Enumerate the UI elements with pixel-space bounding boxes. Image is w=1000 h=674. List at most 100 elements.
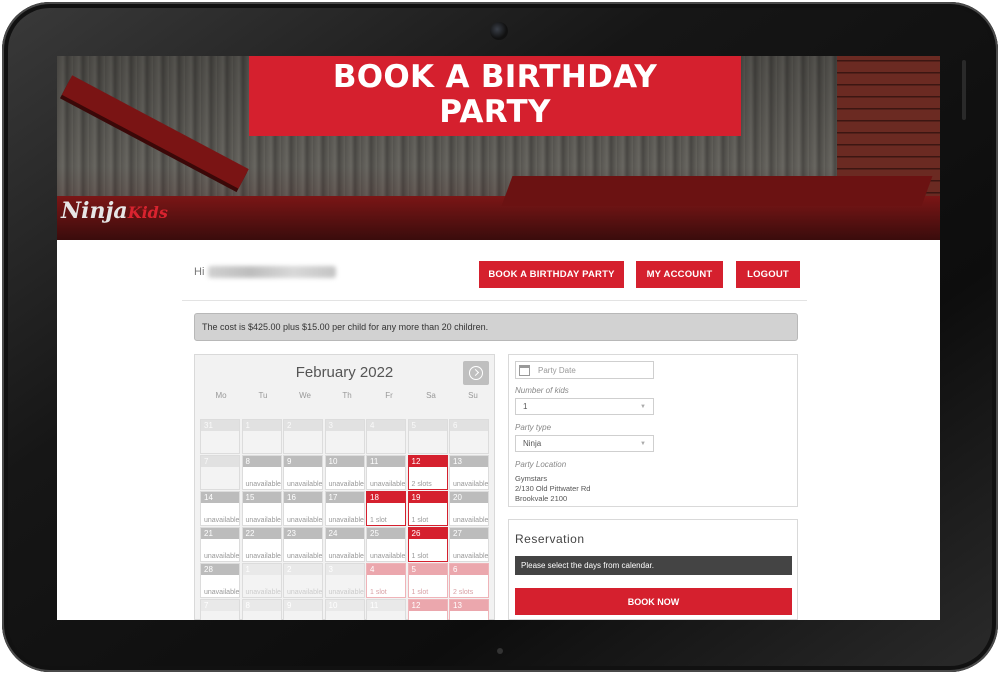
day-number: 27 (450, 528, 488, 539)
calendar-day-cell: 6 (449, 419, 489, 454)
calendar-day-cell: 1 (241, 419, 282, 454)
day-number: 12 (408, 600, 447, 611)
calendar-day-cell[interactable]: 26 1 slot (407, 527, 448, 562)
hero-banner: NinjaKids BOOK A BIRTHDAY PARTY (57, 56, 940, 240)
ninja-kids-logo: NinjaKids (61, 198, 168, 224)
day-number: 31 (201, 420, 239, 431)
calendar-day-cell: 13 unavailable (449, 455, 489, 490)
calendar-day-cell[interactable]: 5 1 slot (407, 563, 448, 598)
day-of-week-header: Sa (426, 391, 436, 400)
party-type-select[interactable]: Ninja ▼ (515, 435, 654, 452)
day-availability: unavailable (453, 481, 489, 488)
calendar-day-cell: 11 (366, 599, 406, 620)
calendar-day-cell: 14 unavailable (200, 491, 240, 526)
calendar-day-cell: 3 (324, 419, 365, 454)
day-number: 11 (367, 456, 405, 467)
day-availability: unavailable (204, 589, 240, 596)
day-number: 20 (450, 492, 488, 503)
day-number: 17 (325, 492, 364, 503)
day-number: 2 (284, 564, 322, 575)
day-number: 8 (242, 456, 281, 467)
blurred-username (208, 266, 337, 279)
kids-label: Number of kids (515, 386, 569, 395)
calendar-day-cell: 20 unavailable (449, 491, 489, 526)
day-availability: unavailable (245, 517, 281, 524)
day-availability: unavailable (204, 517, 240, 524)
day-availability: unavailable (328, 553, 364, 560)
cost-notice: The cost is $425.00 plus $15.00 per chil… (194, 313, 798, 341)
day-number: 4 (367, 564, 405, 575)
day-availability: 1 slot (411, 553, 429, 560)
calendar-icon (519, 365, 530, 376)
day-number: 22 (242, 528, 281, 539)
calendar-day-cell[interactable]: 13 (449, 599, 489, 620)
day-number: 10 (325, 456, 364, 467)
day-availability: unavailable (453, 517, 489, 524)
calendar-day-cell: 22 unavailable (241, 527, 282, 562)
day-availability: unavailable (204, 553, 240, 560)
calendar-day-cell[interactable]: 4 1 slot (366, 563, 406, 598)
day-of-week-header: Tu (258, 391, 268, 400)
calendar-day-cell: 2 unavailable (283, 563, 323, 598)
calendar-day-cell: 28 unavailable (200, 563, 240, 598)
calendar-day-cell: 8 (241, 599, 282, 620)
reservation-message: Please select the days from calendar. (515, 556, 792, 575)
day-number: 2 (284, 420, 322, 431)
day-number: 3 (325, 420, 364, 431)
day-number: 21 (201, 528, 239, 539)
book-now-button[interactable]: BOOK NOW (515, 588, 792, 615)
location-label: Party Location (515, 460, 567, 469)
chevron-down-icon: ▼ (640, 441, 646, 447)
hero-beam (61, 75, 249, 189)
calendar-day-cell: 5 (407, 419, 448, 454)
calendar-day-cell: 11 unavailable (366, 455, 406, 490)
divider (182, 300, 807, 301)
calendar-day-cell: 9 (283, 599, 323, 620)
book-party-button[interactable]: BOOK A BIRTHDAY PARTY (479, 261, 624, 288)
day-availability: unavailable (287, 553, 323, 560)
day-number: 1 (242, 564, 281, 575)
day-number: 13 (450, 456, 488, 467)
kids-select[interactable]: 1 ▼ (515, 398, 654, 415)
calendar-day-cell[interactable]: 19 1 slot (407, 491, 448, 526)
calendar-day-cell[interactable]: 18 1 slot (366, 491, 406, 526)
screen: NinjaKids BOOK A BIRTHDAY PARTY Hi BOOK … (57, 56, 940, 620)
my-account-button[interactable]: MY ACCOUNT (636, 261, 723, 288)
day-availability: 1 slot (411, 589, 429, 596)
day-number: 5 (408, 420, 447, 431)
day-number: 5 (408, 564, 447, 575)
day-of-week-header: Mo (215, 391, 227, 400)
party-date-input[interactable]: Party Date (515, 361, 654, 379)
day-availability: 1 slot (370, 589, 387, 596)
calendar-day-cell[interactable]: 6 2 slots (449, 563, 489, 598)
day-availability: unavailable (328, 589, 364, 596)
day-availability: unavailable (245, 553, 281, 560)
calendar-day-cell[interactable]: 12 2 slots (407, 455, 448, 490)
day-availability: unavailable (328, 481, 364, 488)
booking-calendar: February 2022 Mo Tu We Th Fr Sa Su 31 1 2 3 4 5 6 7 8 u… (194, 354, 495, 620)
day-number: 8 (242, 600, 281, 611)
calendar-day-cell: 7 (200, 599, 240, 620)
calendar-day-cell: 8 unavailable (241, 455, 282, 490)
day-availability: 2 slots (453, 589, 474, 596)
day-number: 13 (450, 600, 488, 611)
chevron-down-icon: ▼ (640, 404, 646, 410)
day-number: 7 (201, 456, 239, 467)
calendar-day-cell: 24 unavailable (324, 527, 365, 562)
day-availability: unavailable (370, 553, 406, 560)
day-number: 7 (201, 600, 239, 611)
side-button (962, 60, 966, 120)
calendar-day-cell[interactable]: 12 (407, 599, 448, 620)
logout-button[interactable]: LOGOUT (736, 261, 800, 288)
day-number: 9 (284, 456, 322, 467)
day-number: 1 (242, 420, 281, 431)
day-availability: unavailable (245, 481, 281, 488)
calendar-day-cell: 9 unavailable (283, 455, 323, 490)
next-month-icon[interactable] (463, 361, 489, 385)
day-number: 11 (367, 600, 405, 611)
day-availability: 1 slot (370, 517, 387, 524)
day-number: 12 (408, 456, 447, 467)
calendar-day-cell: 31 (200, 419, 240, 454)
day-number: 19 (408, 492, 447, 503)
day-availability: unavailable (287, 481, 323, 488)
